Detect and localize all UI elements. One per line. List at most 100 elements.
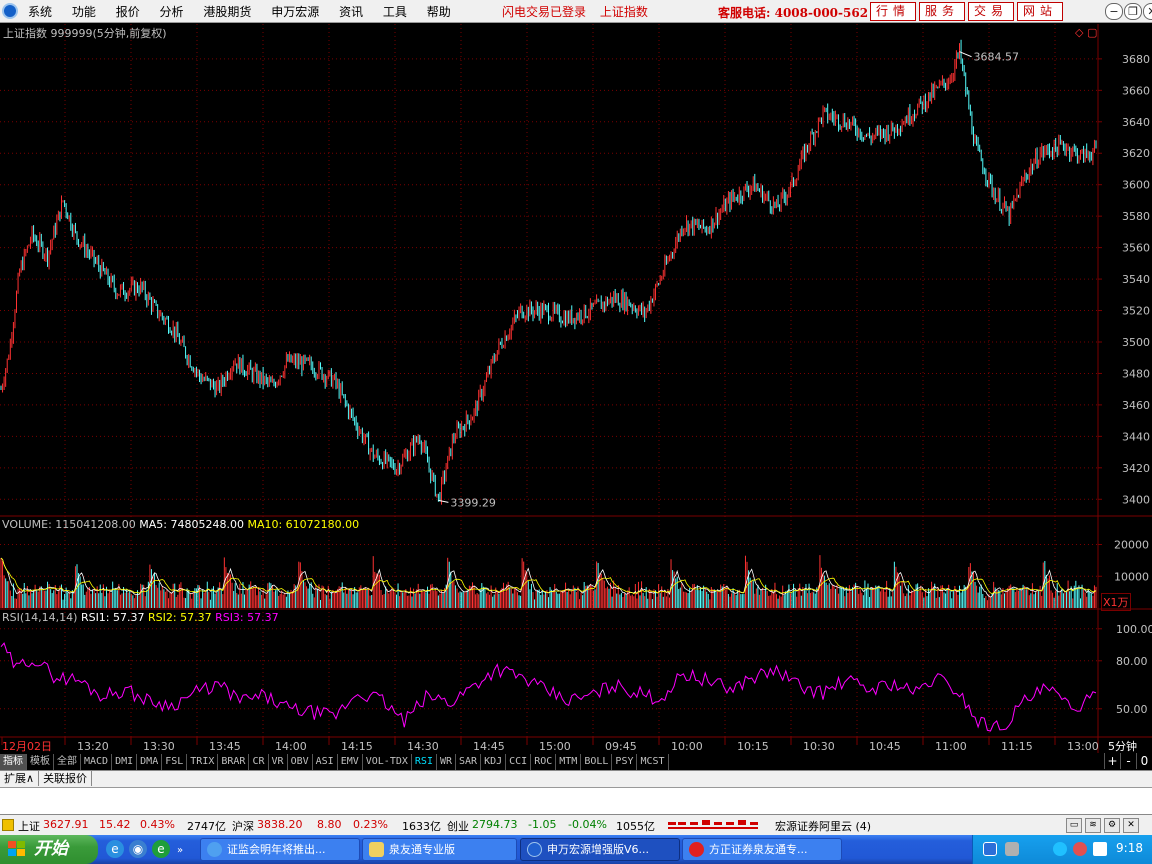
ie-icon[interactable]: e	[106, 840, 124, 858]
menu-quote[interactable]: 报价	[116, 3, 140, 20]
current-index-name[interactable]: 上证指数	[600, 5, 648, 19]
indicator-macd[interactable]: MACD	[81, 754, 113, 770]
indicator-mcst[interactable]: MCST	[637, 754, 669, 770]
status-close-icon[interactable]: ✕	[1123, 818, 1139, 833]
kline-chart-area[interactable]: 3400 3420 3440 3460 3480 3500 3520 3540 3560 3580…	[0, 24, 1152, 753]
browser-icon[interactable]: e	[152, 840, 170, 858]
price-tick-label: 3640	[1122, 116, 1150, 129]
website-button[interactable]: 网站	[1017, 2, 1063, 21]
windows-taskbar: 开始 e ◉ e» 证监会明年将推出... 泉友通专业版 申万宏源增强版V6... …	[0, 835, 1152, 864]
indicator-wr[interactable]: WR	[437, 754, 457, 770]
tab-expand[interactable]: 扩展∧	[0, 771, 40, 786]
time-axis-label: 10:45	[869, 740, 901, 753]
menu-function[interactable]: 功能	[72, 3, 96, 20]
indicator-sar[interactable]: SAR	[456, 754, 482, 770]
indicator-emv[interactable]: EMV	[338, 754, 363, 770]
menu-tools[interactable]: 工具	[383, 3, 407, 20]
indicator-trix[interactable]: TRIX	[187, 754, 219, 770]
time-axis-label: 13:00	[1067, 740, 1099, 753]
quick-launch-expand-icon[interactable]: »	[175, 842, 185, 860]
remove-indicator-button[interactable]: -	[1120, 753, 1136, 769]
time-axis-label: 14:00	[275, 740, 307, 753]
indicator-obv[interactable]: OBV	[288, 754, 313, 770]
task-founder-label: 方正证券泉友通专...	[709, 843, 808, 856]
menu-swhy[interactable]: 申万宏源	[271, 3, 319, 20]
chart-options-icon[interactable]: ◇ ▢	[1075, 26, 1097, 39]
all-tab[interactable]: 全部	[54, 754, 81, 770]
task-swhy[interactable]: 申万宏源增强版V6...	[520, 838, 680, 861]
menu-hk-futures[interactable]: 港股期货	[203, 3, 251, 20]
market-button[interactable]: 行情	[870, 2, 916, 21]
trade-button[interactable]: 交易	[968, 2, 1014, 21]
tray-back-icon[interactable]	[1053, 842, 1067, 856]
indicator-boll[interactable]: BOLL	[581, 754, 613, 770]
service-button[interactable]: 服务	[919, 2, 965, 21]
menu-news[interactable]: 资讯	[339, 3, 363, 20]
reset-indicator-button[interactable]: 0	[1136, 753, 1152, 769]
tray-shield-icon[interactable]	[1093, 842, 1107, 856]
add-indicator-button[interactable]: +	[1104, 753, 1120, 769]
indicator-roc[interactable]: ROC	[531, 754, 557, 770]
tray-swhy-icon[interactable]	[983, 842, 997, 856]
time-axis-label: 15:00	[539, 740, 571, 753]
cy-pct: -0.04%	[568, 818, 607, 831]
task-founder[interactable]: 方正证券泉友通专...	[682, 838, 842, 861]
time-axis-label: 11:00	[935, 740, 967, 753]
clock: 9:18	[1116, 841, 1143, 855]
message-icon[interactable]: ▭	[1066, 818, 1082, 833]
task-swhy-label: 申万宏源增强版V6...	[547, 843, 650, 856]
tray-volume-icon[interactable]	[1073, 842, 1087, 856]
time-axis-label: 09:45	[605, 740, 637, 753]
menu-system[interactable]: 系统	[28, 3, 52, 20]
indicator-mtm[interactable]: MTM	[556, 754, 582, 770]
top-buttons: 行情 服务 交易 网站	[870, 2, 1066, 21]
cy-name[interactable]: 创业	[447, 818, 469, 834]
rsi-line	[0, 642, 1097, 732]
time-axis-label: 14:45	[473, 740, 505, 753]
indicator-dma[interactable]: DMA	[137, 754, 163, 770]
broker-server[interactable]: 宏源证券阿里云 (4)	[775, 818, 871, 834]
time-axis-label: 10:30	[803, 740, 835, 753]
indicator-tab[interactable]: 指标	[0, 754, 27, 770]
hs-name[interactable]: 沪深	[232, 818, 254, 834]
task-quanyoutong[interactable]: 泉友通专业版	[362, 838, 517, 861]
indicator-vr[interactable]: VR	[269, 754, 288, 770]
flash-trade-status: 闪电交易已登录 上证指数	[502, 3, 658, 20]
hs-value: 3838.20	[257, 818, 303, 831]
indicator-dmi[interactable]: DMI	[112, 754, 138, 770]
outlook-icon[interactable]: ◉	[129, 840, 147, 858]
flash-login-text: 闪电交易已登录	[502, 5, 587, 19]
tab-related-quotes[interactable]: 关联报价	[39, 771, 93, 786]
settings-icon[interactable]: ⚙	[1104, 818, 1120, 833]
indicator-rsi[interactable]: RSI	[412, 754, 437, 770]
indicator-vol-tdx[interactable]: VOL-TDX	[363, 754, 412, 770]
high-annotation: 3684.57	[974, 51, 1020, 64]
status-icons: ▭ ≋ ⚙ ✕	[1066, 817, 1142, 833]
period-label[interactable]: 5分钟	[1108, 738, 1137, 754]
indicator-fsl[interactable]: FSL	[162, 754, 188, 770]
menu-help[interactable]: 帮助	[427, 3, 451, 20]
indicator-cci[interactable]: CCI	[506, 754, 532, 770]
main-menu: 系统 功能 报价 分析 港股期货 申万宏源 资讯 工具 帮助	[28, 3, 467, 21]
menu-analysis[interactable]: 分析	[160, 3, 184, 20]
template-tab[interactable]: 模板	[27, 754, 54, 770]
indicator-brar[interactable]: BRAR	[218, 754, 250, 770]
indicator-psy[interactable]: PSY	[612, 754, 638, 770]
price-tick-label: 3600	[1122, 179, 1150, 192]
indicator-kdj[interactable]: KDJ	[481, 754, 507, 770]
time-axis-label: 10:00	[671, 740, 703, 753]
signal-icon[interactable]: ≋	[1085, 818, 1101, 833]
cy-value: 2794.73	[472, 818, 518, 831]
restore-icon[interactable]: ❐	[1124, 3, 1142, 20]
indicator-asi[interactable]: ASI	[313, 754, 338, 770]
price-tick-label: 3400	[1122, 493, 1150, 506]
close-icon[interactable]: ✕	[1143, 3, 1152, 20]
volume-legend: VOLUME: 115041208.00 MA5: 74805248.00 MA…	[2, 518, 359, 531]
minimize-icon[interactable]: −	[1105, 3, 1123, 20]
time-axis-label: 14:15	[341, 740, 373, 753]
tray-printer-icon[interactable]	[1005, 842, 1019, 856]
task-news[interactable]: 证监会明年将推出...	[200, 838, 360, 861]
indicator-cr[interactable]: CR	[249, 754, 269, 770]
sh-name[interactable]: 上证	[18, 818, 40, 834]
start-button[interactable]: 开始	[0, 835, 98, 864]
